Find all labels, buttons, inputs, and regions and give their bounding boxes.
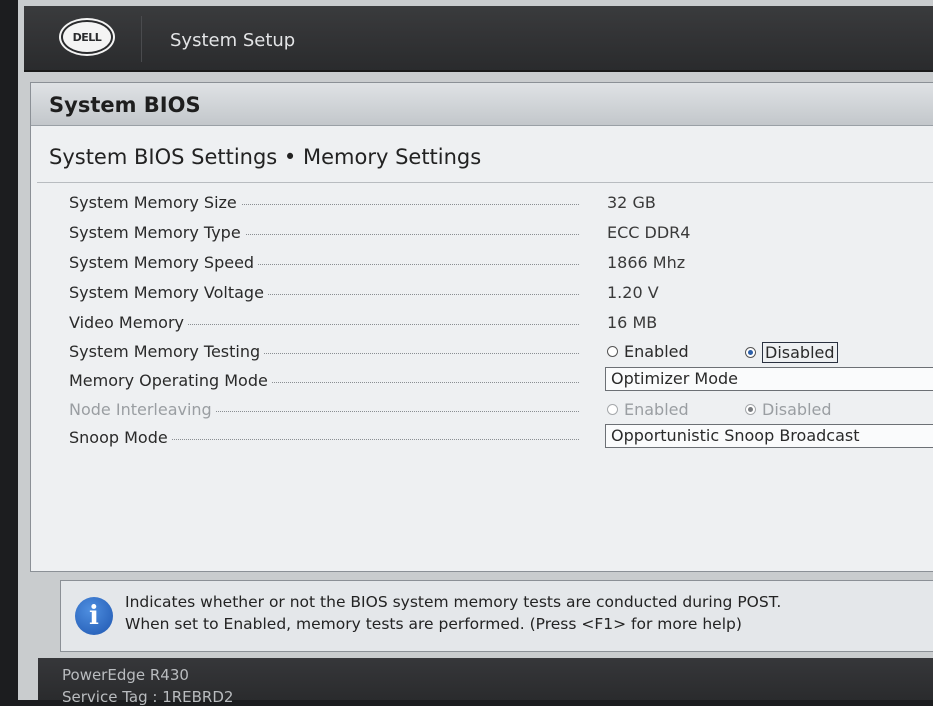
setting-row-video-memory: Video Memory 16 MB (69, 309, 933, 337)
setting-row-memory-testing: System Memory Testing Enabled Disabled (69, 338, 933, 366)
help-box: i Indicates whether or not the BIOS syst… (60, 580, 933, 652)
setting-row-memory-size: System Memory Size 32 GB (69, 189, 933, 217)
radio-off-icon (607, 346, 618, 357)
setting-row-snoop-mode: Snoop Mode Opportunistic Snoop Broadcast (69, 424, 933, 452)
help-line-2: When set to Enabled, memory tests are pe… (125, 615, 742, 633)
setting-row-memory-voltage: System Memory Voltage 1.20 V (69, 279, 933, 307)
header-divider (141, 16, 142, 62)
radio-enabled[interactable]: Enabled (607, 342, 689, 361)
radio-label: Disabled (762, 342, 838, 363)
setting-label: System Memory Type (69, 223, 245, 242)
radio-off-icon (607, 404, 618, 415)
memory-operating-mode-select[interactable]: Optimizer Mode (605, 367, 933, 391)
header-bar: DELL System Setup (24, 6, 933, 72)
setting-row-node-interleaving: Node Interleaving Enabled Disabled (69, 396, 933, 424)
setting-value: ECC DDR4 (607, 223, 691, 242)
setting-row-memory-type: System Memory Type ECC DDR4 (69, 219, 933, 247)
radio-label: Enabled (624, 400, 689, 419)
dell-logo: DELL (59, 18, 115, 56)
setting-label: Node Interleaving (69, 400, 216, 419)
radio-disabled: Disabled (745, 400, 832, 419)
radio-disabled[interactable]: Disabled (745, 342, 838, 363)
setting-row-memory-speed: System Memory Speed 1866 Mhz (69, 249, 933, 277)
setting-value: 1866 Mhz (607, 253, 686, 272)
help-text: Indicates whether or not the BIOS system… (125, 591, 781, 635)
setting-label: Snoop Mode (69, 428, 172, 447)
radio-on-icon (745, 347, 756, 358)
setting-row-memory-operating-mode: Memory Operating Mode Optimizer Mode (69, 367, 933, 395)
help-line-1: Indicates whether or not the BIOS system… (125, 593, 782, 611)
setting-label: System Memory Speed (69, 253, 259, 272)
radio-label: Disabled (762, 400, 832, 419)
radio-label: Enabled (624, 342, 689, 361)
radio-enabled: Enabled (607, 400, 689, 419)
footer-bar: PowerEdge R430 Service Tag : 1REBRD2 (38, 658, 933, 706)
info-icon: i (75, 597, 113, 635)
bios-screen: DELL System Setup System BIOS System BIO… (18, 0, 933, 706)
app-title: System Setup (170, 30, 296, 51)
setting-value: 32 GB (607, 193, 656, 212)
setting-label: Memory Operating Mode (69, 371, 272, 390)
section-title: System BIOS Settings • Memory Settings (49, 145, 482, 169)
radio-on-icon (745, 404, 756, 415)
section-divider (37, 182, 933, 183)
setting-label: System Memory Voltage (69, 283, 268, 302)
panel-title: System BIOS (31, 83, 933, 126)
setting-value: 1.20 V (607, 283, 659, 302)
dell-logo-text: DELL (61, 20, 113, 54)
service-tag: Service Tag : 1REBRD2 (62, 688, 234, 706)
setting-label: Video Memory (69, 313, 188, 332)
system-model: PowerEdge R430 (62, 666, 189, 684)
setting-label: System Memory Size (69, 193, 241, 212)
setting-value: 16 MB (607, 313, 658, 332)
setting-label: System Memory Testing (69, 342, 265, 361)
snoop-mode-select[interactable]: Opportunistic Snoop Broadcast (605, 424, 933, 448)
settings-panel: System BIOS System BIOS Settings • Memor… (30, 82, 933, 572)
